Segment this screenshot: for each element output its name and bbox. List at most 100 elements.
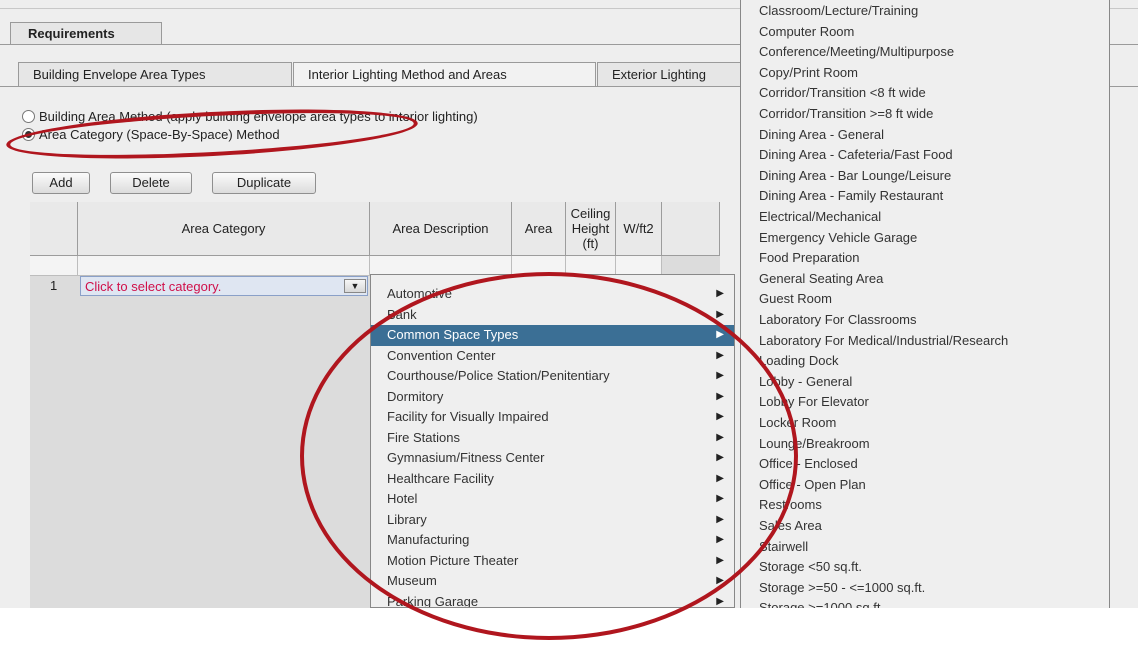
submenu-item[interactable]: Storage >=50 - <=1000 sq.ft.	[741, 578, 1109, 599]
submenu-item[interactable]: Conference/Meeting/Multipurpose	[741, 42, 1109, 63]
radio-label: Area Category (Space-By-Space) Method	[39, 127, 280, 142]
column-header-area[interactable]: Area	[512, 202, 566, 256]
bottom-margin	[0, 608, 1138, 645]
submenu-item[interactable]: Loading Dock	[741, 351, 1109, 372]
submenu-item[interactable]: Laboratory For Medical/Industrial/Resear…	[741, 331, 1109, 352]
menu-item-label: Manufacturing	[387, 532, 470, 547]
menu-item[interactable]: Facility for Visually Impaired ▶	[371, 407, 734, 428]
submenu-item[interactable]: Dining Area - General	[741, 125, 1109, 146]
menu-item-label: Motion Picture Theater	[387, 552, 519, 568]
menu-item-label: Gymnasium/Fitness Center	[387, 450, 545, 465]
menu-item-label: Convention Center	[387, 347, 496, 363]
column-header-area-category[interactable]: Area Category	[78, 202, 370, 256]
row-number-header	[30, 202, 78, 256]
column-header-w-ft2[interactable]: W/ft2	[616, 202, 662, 256]
submenu-arrow-icon: ▶	[716, 575, 724, 586]
space-type-submenu: Classroom/Lecture/Training Computer Room…	[740, 0, 1110, 608]
submenu-item[interactable]: Storage <50 sq.ft.	[741, 557, 1109, 578]
menu-item-label: Library	[387, 511, 427, 527]
delete-button[interactable]: Delete	[110, 172, 192, 194]
duplicate-button[interactable]: Duplicate	[212, 172, 316, 194]
submenu-item[interactable]: Classroom/Lecture/Training	[741, 1, 1109, 22]
submenu-arrow-icon: ▶	[716, 472, 724, 484]
add-button[interactable]: Add	[32, 172, 90, 194]
menu-item[interactable]: Manufacturing ▶	[371, 530, 734, 551]
menu-item-label: Bank	[387, 306, 417, 322]
submenu-item[interactable]: Dining Area - Bar Lounge/Leisure	[741, 166, 1109, 187]
submenu-arrow-icon: ▶	[716, 329, 724, 340]
submenu-item[interactable]: Lobby - General	[741, 372, 1109, 393]
submenu-arrow-icon: ▶	[716, 308, 724, 320]
menu-item[interactable]: Healthcare Facility ▶	[371, 469, 734, 490]
submenu-item[interactable]: Food Preparation	[741, 248, 1109, 269]
submenu-item[interactable]: Storage >=1000 sq.ft.	[741, 598, 1109, 608]
area-category-combo[interactable]: Click to select category.	[80, 276, 368, 296]
submenu-item[interactable]: Guest Room	[741, 289, 1109, 310]
radio-label: Building Area Method (apply building env…	[39, 109, 478, 124]
header-subrow-cell	[370, 256, 512, 276]
row-number: 1	[50, 278, 58, 293]
menu-item-label: Common Space Types	[387, 327, 519, 342]
app-window: Requirements Building Envelope Area Type…	[0, 0, 1138, 608]
submenu-item[interactable]: Dining Area - Cafeteria/Fast Food	[741, 145, 1109, 166]
submenu-item[interactable]: Corridor/Transition <8 ft wide	[741, 83, 1109, 104]
menu-item[interactable]: Hotel ▶	[371, 489, 734, 510]
menu-item[interactable]: Bank ▶	[371, 305, 734, 326]
submenu-item[interactable]: Office - Open Plan	[741, 475, 1109, 496]
chevron-down-icon[interactable]: ▼	[344, 279, 366, 293]
menu-item[interactable]: Courthouse/Police Station/Penitentiary ▶	[371, 366, 734, 387]
header-subrow-cell	[30, 256, 78, 276]
radio-area-category-method[interactable]: Area Category (Space-By-Space) Method	[22, 126, 280, 144]
tab-requirements[interactable]: Requirements	[10, 22, 162, 44]
menu-item-label: Dormitory	[387, 388, 444, 404]
header-subrow-cell	[512, 256, 566, 276]
submenu-item[interactable]: Emergency Vehicle Garage	[741, 228, 1109, 249]
header-subrow-cell	[566, 256, 616, 276]
submenu-arrow-icon: ▶	[716, 595, 724, 607]
submenu-item[interactable]: Laboratory For Classrooms	[741, 310, 1109, 331]
submenu-arrow-icon: ▶	[716, 288, 724, 299]
submenu-item[interactable]: Corridor/Transition >=8 ft wide	[741, 104, 1109, 125]
column-header-ceiling-height[interactable]: Ceiling Height (ft)	[566, 202, 616, 256]
column-header-area-description[interactable]: Area Description	[370, 202, 512, 256]
menu-item[interactable]: Fire Stations ▶	[371, 428, 734, 449]
menu-item[interactable]: Museum ▶	[371, 571, 734, 592]
submenu-item[interactable]: Sales Area	[741, 516, 1109, 537]
submenu-arrow-icon: ▶	[716, 390, 724, 402]
submenu-arrow-icon: ▶	[716, 431, 724, 443]
column-header-extra	[662, 202, 720, 256]
menu-item[interactable]: Library ▶	[371, 510, 734, 531]
submenu-arrow-icon: ▶	[716, 411, 724, 422]
submenu-item[interactable]: Office - Enclosed	[741, 454, 1109, 475]
menu-item[interactable]: Automotive ▶	[371, 284, 734, 305]
submenu-item[interactable]: Stairwell	[741, 537, 1109, 558]
menu-item-label: Healthcare Facility	[387, 470, 494, 486]
submenu-arrow-icon: ▶	[716, 513, 724, 525]
submenu-item[interactable]: Copy/Print Room	[741, 63, 1109, 84]
menu-item-label: Fire Stations	[387, 429, 460, 445]
submenu-item[interactable]: Dining Area - Family Restaurant	[741, 186, 1109, 207]
radio-button-off-icon[interactable]	[22, 110, 35, 124]
radio-button-on-icon[interactable]	[22, 128, 35, 142]
submenu-item[interactable]: Lounge/Breakroom	[741, 434, 1109, 455]
submenu-item[interactable]: Computer Room	[741, 22, 1109, 43]
submenu-item[interactable]: Lobby For Elevator	[741, 392, 1109, 413]
menu-item-label: Facility for Visually Impaired	[387, 409, 549, 424]
radio-building-area-method[interactable]: Building Area Method (apply building env…	[22, 108, 478, 126]
submenu-item[interactable]: Locker Room	[741, 413, 1109, 434]
menu-item[interactable]: Parking Garage ▶	[371, 592, 734, 608]
menu-item-label: Hotel	[387, 491, 418, 506]
menu-item-selected[interactable]: Common Space Types ▶	[371, 325, 734, 346]
submenu-item[interactable]: Restrooms	[741, 495, 1109, 516]
menu-item[interactable]: Motion Picture Theater ▶	[371, 551, 734, 572]
menu-item[interactable]: Dormitory ▶	[371, 387, 734, 408]
submenu-arrow-icon: ▶	[716, 493, 724, 504]
submenu-arrow-icon: ▶	[716, 370, 724, 381]
tab-building-envelope-area-types[interactable]: Building Envelope Area Types	[18, 62, 292, 86]
submenu-item[interactable]: General Seating Area	[741, 269, 1109, 290]
menu-item[interactable]: Gymnasium/Fitness Center ▶	[371, 448, 734, 469]
tab-interior-lighting-method-and-areas[interactable]: Interior Lighting Method and Areas	[293, 62, 596, 86]
submenu-item[interactable]: Electrical/Mechanical	[741, 207, 1109, 228]
tab-exterior-lighting[interactable]: Exterior Lighting	[597, 62, 757, 86]
menu-item[interactable]: Convention Center ▶	[371, 346, 734, 367]
